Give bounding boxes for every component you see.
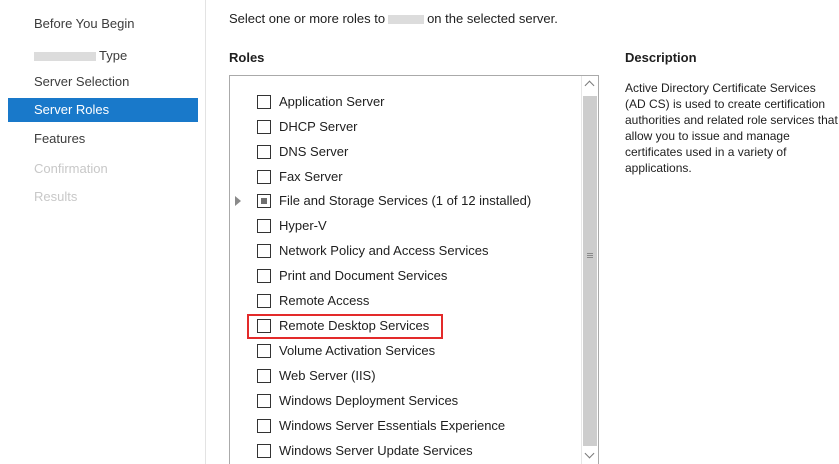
- expand-arrow-icon[interactable]: [235, 196, 241, 206]
- sidebar-item-server-roles[interactable]: Server Roles: [8, 98, 198, 122]
- list-item-web-server-iis[interactable]: Web Server (IIS): [230, 364, 580, 389]
- scroll-down-icon[interactable]: [582, 447, 598, 464]
- role-checkbox[interactable]: [257, 219, 271, 233]
- grip-line: [587, 255, 593, 256]
- role-label: File and Storage Services (1 of 12 insta…: [279, 193, 532, 208]
- add-roles-wizard: Before You Begin Type Server Selection S…: [0, 0, 839, 464]
- role-checkbox[interactable]: [257, 419, 271, 433]
- role-checkbox[interactable]: [257, 344, 271, 358]
- vertical-scrollbar[interactable]: [581, 76, 598, 464]
- role-label: Windows Deployment Services: [279, 393, 459, 408]
- role-checkbox[interactable]: [257, 194, 271, 208]
- role-label: Windows Server Update Services: [279, 443, 473, 458]
- grip-line: [587, 253, 593, 254]
- role-checkbox[interactable]: [257, 120, 271, 134]
- role-label: Web Server (IIS): [279, 368, 376, 383]
- list-item-windows-server-update[interactable]: Windows Server Update Services: [230, 439, 580, 464]
- scroll-thumb[interactable]: [583, 96, 597, 446]
- roles-header: Roles: [229, 50, 265, 65]
- sidebar-divider: [205, 0, 206, 464]
- role-checkbox[interactable]: [257, 145, 271, 159]
- role-checkbox[interactable]: [257, 269, 271, 283]
- list-item-volume-activation[interactable]: Volume Activation Services: [230, 339, 580, 364]
- page-instruction: Select one or more roles to on the select…: [229, 11, 558, 26]
- role-label: Print and Document Services: [279, 268, 448, 283]
- sidebar-item-server-selection[interactable]: Server Selection: [8, 70, 198, 94]
- instruction-text-end: on the selected server.: [427, 11, 558, 26]
- role-checkbox[interactable]: [257, 95, 271, 109]
- sidebar-item-installation-type[interactable]: Type: [8, 44, 198, 68]
- list-item-windows-deployment[interactable]: Windows Deployment Services: [230, 389, 580, 414]
- list-item-windows-server-essentials[interactable]: Windows Server Essentials Experience: [230, 414, 580, 439]
- sidebar-item-features[interactable]: Features: [8, 127, 198, 151]
- description-header: Description: [625, 50, 697, 65]
- list-item-network-policy[interactable]: Network Policy and Access Services: [230, 239, 580, 264]
- redacted-text: [34, 52, 96, 62]
- list-item-fax-server[interactable]: Fax Server: [230, 165, 580, 190]
- scroll-up-icon[interactable]: [582, 76, 598, 94]
- list-item-remote-desktop-services[interactable]: Remote Desktop Services: [230, 314, 580, 339]
- role-label: DHCP Server: [279, 119, 358, 134]
- role-checkbox[interactable]: [257, 444, 271, 458]
- list-item-hyper-v[interactable]: Hyper-V: [230, 214, 580, 239]
- list-item-application-server[interactable]: Application Server: [230, 90, 580, 115]
- role-checkbox[interactable]: [257, 369, 271, 383]
- role-label: Remote Access: [279, 293, 370, 308]
- role-label: DNS Server: [279, 144, 349, 159]
- instruction-text-start: Select one or more roles to: [229, 11, 386, 26]
- list-item-file-and-storage-services[interactable]: File and Storage Services (1 of 12 insta…: [230, 189, 580, 214]
- role-label: Application Server: [279, 94, 385, 109]
- sidebar-item-confirmation: Confirmation: [34, 161, 108, 176]
- wizard-sidebar: Before You Begin Type Server Selection S…: [0, 0, 205, 464]
- description-text: Active Directory Certificate Services (A…: [625, 81, 838, 175]
- roles-list[interactable]: Application Server DHCP Server DNS Serve…: [229, 75, 599, 464]
- role-label: Network Policy and Access Services: [279, 243, 489, 258]
- sidebar-item-results: Results: [34, 189, 78, 204]
- list-item-remote-access[interactable]: Remote Access: [230, 289, 580, 314]
- list-item-dns-server[interactable]: DNS Server: [230, 140, 580, 165]
- role-label: Windows Server Essentials Experience: [279, 418, 506, 433]
- role-label: Hyper-V: [279, 218, 327, 233]
- role-checkbox[interactable]: [257, 394, 271, 408]
- role-checkbox[interactable]: [257, 319, 271, 333]
- sidebar-item-before-you-begin[interactable]: Before You Begin: [8, 12, 198, 36]
- role-label: Volume Activation Services: [279, 343, 436, 358]
- grip-line: [587, 257, 593, 258]
- list-item-print-and-document[interactable]: Print and Document Services: [230, 264, 580, 289]
- role-checkbox[interactable]: [257, 244, 271, 258]
- list-item-dhcp-server[interactable]: DHCP Server: [230, 115, 580, 140]
- sidebar-item-label: Type: [99, 48, 128, 63]
- role-checkbox[interactable]: [257, 294, 271, 308]
- role-label: Remote Desktop Services: [279, 318, 430, 333]
- role-label: Fax Server: [279, 169, 343, 184]
- role-checkbox[interactable]: [257, 170, 271, 184]
- redacted-text: [388, 15, 425, 25]
